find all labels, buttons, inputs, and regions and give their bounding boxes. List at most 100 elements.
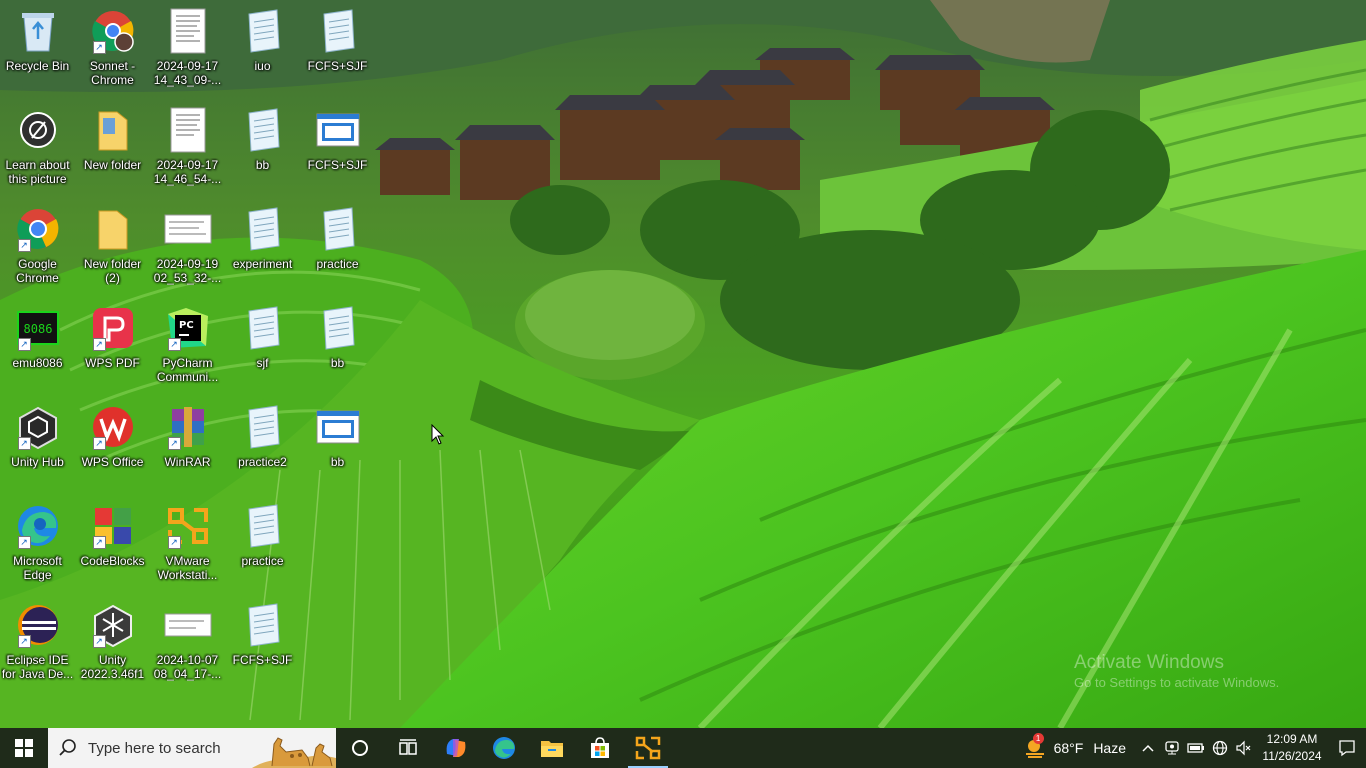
- taskbar-search-box[interactable]: [48, 728, 336, 768]
- pycharm-icon: PC ↗: [164, 303, 212, 353]
- volume-button[interactable]: [1232, 728, 1256, 768]
- text-file-icon: [239, 501, 287, 551]
- clock-date: 11/26/2024: [1262, 749, 1322, 763]
- desktop-icon-practice2[interactable]: practice2: [225, 400, 300, 496]
- copilot-icon: [446, 739, 466, 757]
- taskbar: 1 68°F Haze 12:09 AM 11/26/2024: [0, 728, 1366, 768]
- desktop-icon-experiment[interactable]: experiment: [225, 202, 300, 298]
- desktop-icon-grid: Recycle Bin Learn about this picture ↗ G…: [0, 4, 380, 704]
- chrome-profile-icon: ↗: [89, 6, 137, 56]
- desktop-icon-unity-hub[interactable]: ↗ Unity Hub: [0, 400, 75, 496]
- desktop-icon-fcfs-sjf-doc[interactable]: FCFS+SJF: [300, 103, 375, 199]
- mouse-cursor-icon: [431, 423, 445, 446]
- edge-taskbar-button[interactable]: [480, 728, 528, 768]
- desktop-icon-fcfs-sjf-text-a[interactable]: FCFS+SJF: [225, 598, 300, 694]
- desktop-icon-bb[interactable]: bb: [225, 103, 300, 199]
- text-file-icon: [314, 303, 362, 353]
- desktop-icon-screenshot-2024-10-07[interactable]: 2024-10-07 08_04_17-...: [150, 598, 225, 694]
- battery-button[interactable]: [1184, 728, 1208, 768]
- desktop-icon-emu8086[interactable]: 8086 ↗ emu8086: [0, 301, 75, 397]
- desktop-icon-wps-office[interactable]: ↗ WPS Office: [75, 400, 150, 496]
- word-doc-icon: [314, 105, 362, 155]
- unity-hub-icon: ↗: [14, 402, 62, 452]
- desktop-icon-iuo[interactable]: iuo: [225, 4, 300, 100]
- network-button[interactable]: [1208, 728, 1232, 768]
- wps-pdf-icon: ↗: [89, 303, 137, 353]
- copilot-button[interactable]: [432, 728, 480, 768]
- desktop-icon-sjf[interactable]: sjf: [225, 301, 300, 397]
- text-file-icon: [314, 204, 362, 254]
- cortana-button[interactable]: [336, 728, 384, 768]
- desktop-icon-bb-text-b[interactable]: bb: [300, 301, 375, 397]
- desktop-icon-practice-b[interactable]: practice: [300, 202, 375, 298]
- text-file-icon: [239, 105, 287, 155]
- action-center-button[interactable]: [1328, 728, 1366, 768]
- task-view-icon: [399, 739, 417, 755]
- screenshot-thumbnail-icon: [164, 204, 212, 254]
- desktop-icon-bb-doc[interactable]: bb: [300, 400, 375, 496]
- desktop-icon-screenshot-2024-09-17-a[interactable]: 2024-09-17 14_43_09-...: [150, 4, 225, 100]
- vmware-icon: ↗: [164, 501, 212, 551]
- windows-logo-icon: [15, 739, 33, 757]
- volume-muted-icon: [1236, 740, 1251, 756]
- desktop-icon-wps-pdf[interactable]: ↗ WPS PDF: [75, 301, 150, 397]
- desktop-icon-new-folder[interactable]: New folder: [75, 103, 150, 199]
- recycle-bin-icon: [14, 6, 62, 56]
- text-file-icon: [239, 303, 287, 353]
- desktop-icon-practice[interactable]: practice: [225, 499, 300, 595]
- task-view-button[interactable]: [384, 728, 432, 768]
- desktop-icon-winrar[interactable]: ↗ WinRAR: [150, 400, 225, 496]
- screenshot-thumbnail-icon: [164, 600, 212, 650]
- wps-office-icon: ↗: [89, 402, 137, 452]
- word-doc-icon: [314, 402, 362, 452]
- notification-icon: [1339, 740, 1355, 757]
- desktop-icon-microsoft-edge[interactable]: ↗ Microsoft Edge: [0, 499, 75, 595]
- weather-widget[interactable]: 1 68°F Haze: [1014, 733, 1136, 758]
- vmware-taskbar-icon: [635, 736, 661, 760]
- folder-icon: [89, 105, 137, 155]
- text-file-icon: [239, 402, 287, 452]
- unity-icon: ↗: [89, 600, 137, 650]
- desktop-icon-codeblocks[interactable]: ↗ CodeBlocks: [75, 499, 150, 595]
- svg-text:PC: PC: [179, 320, 194, 331]
- desktop-icon-screenshot-2024-09-19[interactable]: 2024-09-19 02_53_32-...: [150, 202, 225, 298]
- chrome-icon: ↗: [14, 204, 62, 254]
- desktop-icon-eclipse[interactable]: ↗ Eclipse IDE for Java De...: [0, 598, 75, 694]
- search-icon: [59, 739, 76, 756]
- desktop-icon-screenshot-2024-09-17-b[interactable]: 2024-09-17 14_46_54-...: [150, 103, 225, 199]
- clock-time: 12:09 AM: [1266, 732, 1318, 746]
- cortana-icon: [352, 740, 368, 756]
- folder-icon: [89, 204, 137, 254]
- document-thumbnail-icon: [164, 6, 212, 56]
- chevron-up-icon: [1142, 744, 1154, 752]
- weather-temp: 68°F: [1053, 740, 1084, 756]
- desktop-icon-pycharm[interactable]: PC ↗ PyCharm Communi...: [150, 301, 225, 397]
- taskbar-clock[interactable]: 12:09 AM 11/26/2024: [1256, 731, 1328, 765]
- start-button[interactable]: [0, 728, 48, 768]
- globe-network-icon: [1212, 740, 1228, 756]
- desktop-icon-recycle-bin[interactable]: Recycle Bin: [0, 4, 75, 100]
- emu8086-icon: 8086 ↗: [14, 303, 62, 353]
- file-explorer-button[interactable]: [528, 728, 576, 768]
- file-explorer-icon: [541, 741, 563, 757]
- search-input[interactable]: [86, 738, 260, 758]
- activate-windows-watermark: Activate Windows Go to Settings to activ…: [1074, 652, 1279, 692]
- desktop-icon-learn-about-picture[interactable]: Learn about this picture: [0, 103, 75, 199]
- weather-condition: Haze: [1093, 740, 1126, 756]
- desktop-icon-new-folder-2[interactable]: New folder (2): [75, 202, 150, 298]
- desktop-icon-unity[interactable]: ↗ Unity 2022.3.46f1: [75, 598, 150, 694]
- desktop-icon-fcfs-sjf-text-b[interactable]: FCFS+SJF: [300, 4, 375, 100]
- microsoft-store-button[interactable]: [576, 728, 624, 768]
- desktop-icon-vmware[interactable]: ↗ VMware Workstati...: [150, 499, 225, 595]
- weather-haze-icon: 1: [1024, 733, 1048, 758]
- webcam-icon: [1165, 741, 1179, 755]
- document-thumbnail-icon: [164, 105, 212, 155]
- eclipse-icon: ↗: [14, 600, 62, 650]
- text-file-icon: [239, 6, 287, 56]
- desktop-icon-google-chrome[interactable]: ↗ Google Chrome: [0, 202, 75, 298]
- meet-now-button[interactable]: [1160, 728, 1184, 768]
- show-hidden-icons-button[interactable]: [1136, 728, 1160, 768]
- desktop-icon-sonnet-chrome[interactable]: ↗ Sonnet - Chrome: [75, 4, 150, 100]
- vmware-taskbar-button[interactable]: [624, 728, 672, 768]
- codeblocks-icon: ↗: [89, 501, 137, 551]
